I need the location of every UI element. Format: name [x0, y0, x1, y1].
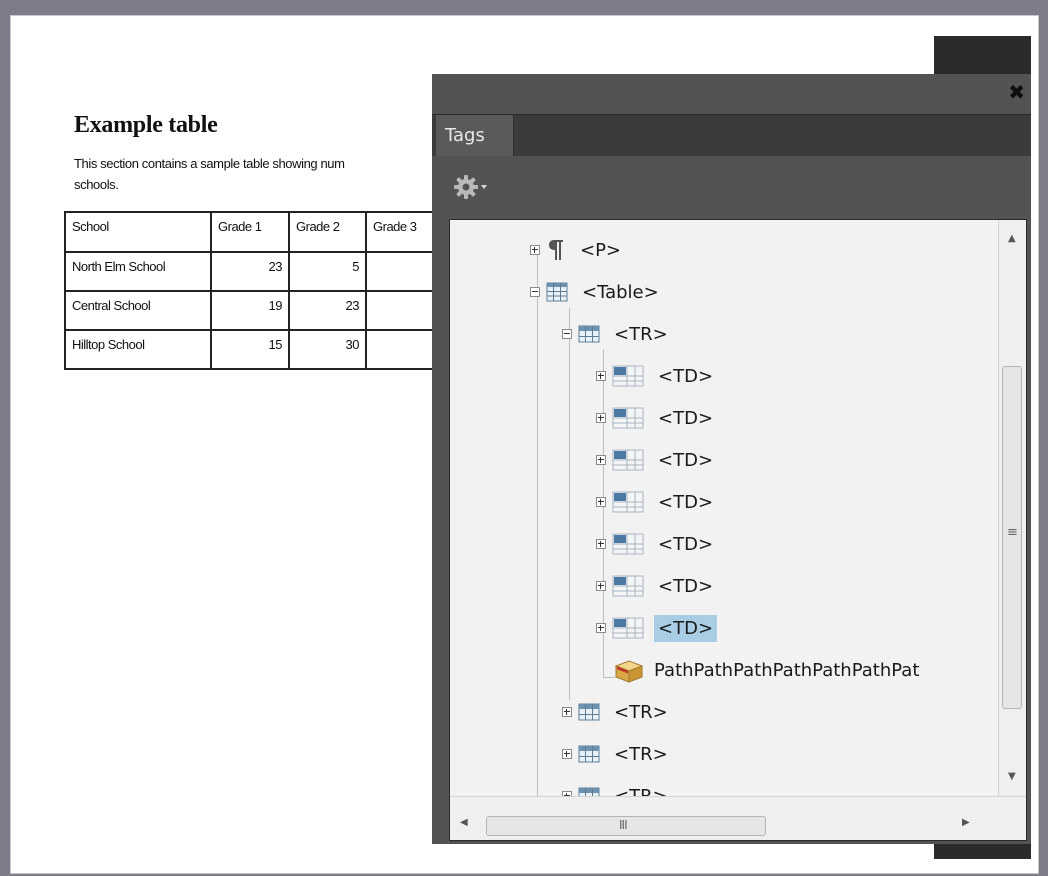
collapse-icon[interactable] [530, 287, 540, 297]
panel-tab-strip: Tags [432, 114, 1031, 159]
table-cell-icon [612, 617, 644, 639]
tree-node-td-selected[interactable]: <TD> [596, 611, 718, 645]
expand-icon[interactable] [596, 581, 606, 591]
tree-node-td[interactable]: <TD> [596, 443, 717, 477]
tree-node-tr[interactable]: <TR> [562, 695, 672, 729]
chevron-down-icon [481, 185, 487, 189]
tab-tags[interactable]: Tags [436, 115, 514, 159]
expand-icon[interactable] [596, 413, 606, 423]
tree-node-tr[interactable]: <TR> [562, 737, 672, 771]
tree-node-label: <TD> [658, 407, 714, 429]
column-header-grade-2: Grade 2 [288, 211, 367, 253]
horizontal-scrollbar[interactable]: ◀ III ▶ [450, 796, 1026, 840]
tree-node-td[interactable]: <TD> [596, 527, 717, 561]
gear-icon [454, 175, 487, 199]
grade-cell: 30 [288, 329, 367, 370]
tags-tree[interactable]: <P> <Table> <TR> <TD> <TD> <TD> <TD> <TD… [449, 219, 1027, 841]
table-cell-icon [612, 365, 644, 387]
table-row: Central School 19 23 [64, 290, 444, 331]
document-heading: Example table [74, 112, 218, 138]
scroll-down-icon[interactable]: ▼ [1008, 772, 1016, 782]
table-row: Hilltop School 15 30 [64, 329, 444, 370]
grade-cell: 23 [288, 290, 367, 331]
horizontal-scroll-thumb[interactable]: III [486, 816, 766, 836]
table-cell-icon [612, 533, 644, 555]
tree-guide-line [569, 308, 570, 700]
tree-node-label: <TR> [614, 701, 668, 723]
tree-node-table[interactable]: <Table> [530, 275, 663, 309]
artifact-box-icon [614, 660, 644, 683]
document-paragraph: This section contains a sample table sho… [74, 153, 494, 195]
expand-icon[interactable] [596, 497, 606, 507]
tree-node-label: <Table> [582, 281, 659, 303]
tree-node-td[interactable]: <TD> [596, 401, 717, 435]
table-header-row: School Grade 1 Grade 2 Grade 3 [64, 211, 444, 253]
grade-cell: 23 [210, 251, 290, 292]
vertical-scrollbar[interactable]: ▲ ≡ ▼ [998, 220, 1026, 796]
school-name-cell: North Elm School [64, 251, 212, 292]
panel-toolbar [432, 156, 1031, 219]
table-row: North Elm School 23 5 [64, 251, 444, 292]
table-row-icon [578, 703, 600, 721]
paragraph-line-2: schools. [74, 177, 119, 192]
column-header-grade-1: Grade 1 [210, 211, 290, 253]
table-icon [546, 282, 568, 302]
tree-node-td[interactable]: <TD> [596, 569, 717, 603]
collapse-icon[interactable] [562, 329, 572, 339]
tree-node-label: <TR> [614, 323, 668, 345]
expand-icon[interactable] [596, 623, 606, 633]
panel-titlebar[interactable]: ✖ [432, 74, 1031, 114]
tree-node-label: <TD> [658, 575, 714, 597]
tree-node-label: <TD> [658, 365, 714, 387]
table-row-icon [578, 325, 600, 343]
grip-icon: ≡ [1007, 525, 1018, 540]
tree-node-label: <P> [580, 239, 622, 261]
example-table: School Grade 1 Grade 2 Grade 3 North Elm… [64, 211, 444, 370]
tree-node-td[interactable]: <TD> [596, 359, 717, 393]
background-window-edge-top [934, 36, 1031, 74]
table-cell-icon [612, 575, 644, 597]
close-icon[interactable]: ✖ [1008, 82, 1025, 102]
grade-cell: 15 [210, 329, 290, 370]
table-row-icon [578, 745, 600, 763]
vertical-scroll-thumb[interactable]: ≡ [1002, 366, 1022, 709]
scroll-right-icon[interactable]: ▶ [962, 818, 970, 828]
table-cell-icon [612, 491, 644, 513]
paragraph-icon [549, 240, 563, 260]
document-page: Example table This section contains a sa… [10, 15, 1039, 874]
tree-node-td[interactable]: <TD> [596, 485, 717, 519]
grade-cell: 19 [210, 290, 290, 331]
scroll-left-icon[interactable]: ◀ [460, 818, 468, 828]
tree-node-p[interactable]: <P> [530, 233, 625, 267]
expand-icon[interactable] [530, 245, 540, 255]
column-header-school: School [64, 211, 212, 253]
table-cell-icon [612, 449, 644, 471]
tree-node-artifact[interactable]: PathPathPathPathPathPathPat [614, 653, 923, 687]
tree-node-label: <TD> [658, 491, 714, 513]
expand-icon[interactable] [562, 707, 572, 717]
expand-icon[interactable] [596, 455, 606, 465]
school-name-cell: Hilltop School [64, 329, 212, 370]
scroll-up-icon[interactable]: ▲ [1008, 234, 1016, 244]
tree-node-label: <TD> [654, 614, 718, 642]
tree-guide-line [537, 252, 538, 812]
tree-node-tr[interactable]: <TR> [562, 317, 672, 351]
options-menu-button[interactable] [454, 172, 490, 202]
tree-node-label: <TR> [614, 743, 668, 765]
grade-cell: 5 [288, 251, 367, 292]
school-name-cell: Central School [64, 290, 212, 331]
tree-node-label: PathPathPathPathPathPathPat [654, 659, 920, 681]
tree-node-label: <TD> [658, 449, 714, 471]
tags-panel: ✖ Tags <P> <Table> <TR> <TD> <TD> <TD> <… [432, 74, 1031, 844]
table-cell-icon [612, 407, 644, 429]
expand-icon[interactable] [562, 749, 572, 759]
paragraph-line-1: This section contains a sample table sho… [74, 156, 345, 171]
expand-icon[interactable] [596, 539, 606, 549]
tree-node-label: <TD> [658, 533, 714, 555]
grip-icon: III [619, 818, 628, 832]
expand-icon[interactable] [596, 371, 606, 381]
